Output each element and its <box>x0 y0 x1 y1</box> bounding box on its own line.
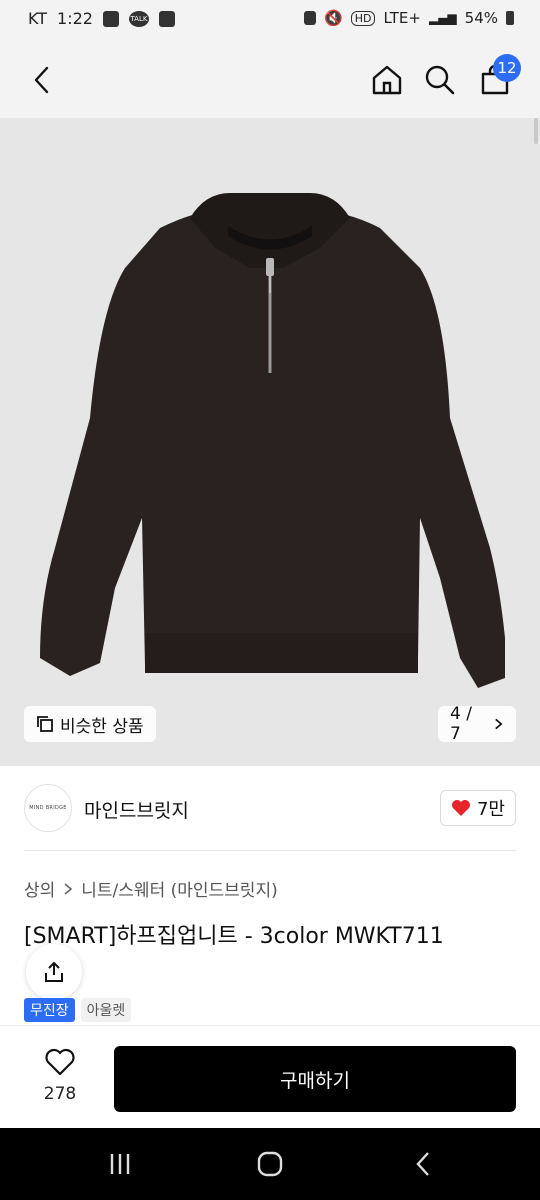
copy-icon <box>37 716 53 732</box>
heart-filled-icon <box>451 800 470 816</box>
brand-like-count: 7만 <box>476 799 505 820</box>
bottom-action-bar: 278 구매하기 <box>0 1025 540 1129</box>
carrier-label: KT <box>28 9 48 28</box>
brand-logo[interactable]: MIND BRIDGE <box>24 784 72 832</box>
system-navigation-bar <box>0 1128 540 1200</box>
chevron-right-icon <box>495 718 503 730</box>
hd-icon: HD <box>350 10 376 26</box>
brand-name[interactable]: 마인드브릿지 <box>84 796 189 823</box>
product-image-gallery[interactable]: 비슷한 상품 4 / 7 <box>0 118 540 766</box>
image-page-indicator[interactable]: 4 / 7 <box>438 704 516 744</box>
wishlist-count: 278 <box>43 1084 77 1104</box>
breadcrumb-category[interactable]: 상의 <box>24 876 55 901</box>
share-icon <box>45 961 63 982</box>
back-button[interactable] <box>24 62 60 98</box>
recent-apps-icon <box>110 1154 130 1174</box>
signal-icon: ▂▄▆ <box>428 11 457 25</box>
wishlist-button[interactable]: 278 <box>30 1048 90 1104</box>
cart-count-badge: 12 <box>493 54 521 82</box>
tag-mujinjang: 무진장 <box>24 998 75 1022</box>
battery-label: 54% <box>464 9 498 27</box>
back-nav-button[interactable] <box>404 1148 444 1180</box>
back-nav-icon <box>416 1152 429 1176</box>
home-circle-icon <box>257 1151 283 1177</box>
page-indicator-text: 4 / 7 <box>450 704 472 744</box>
recent-apps-button[interactable] <box>100 1148 140 1180</box>
lock-icon <box>304 11 317 25</box>
breadcrumb: 상의 니트/스웨터 (마인드브릿지) <box>24 876 278 901</box>
sweater-image <box>40 193 505 688</box>
search-icon <box>425 65 455 95</box>
cart-button[interactable]: 12 <box>477 54 521 98</box>
heart-outline-icon <box>45 1048 75 1076</box>
home-icon <box>372 65 402 95</box>
divider <box>24 850 516 851</box>
similar-products-label: 비슷한 상품 <box>60 716 144 737</box>
gallery-notification-icon <box>102 10 119 27</box>
check-notification-icon <box>158 10 175 27</box>
scrollbar[interactable] <box>534 118 538 144</box>
similar-products-button[interactable]: 비슷한 상품 <box>24 706 156 742</box>
network-label: LTE+ <box>383 9 421 27</box>
product-title: [SMART]하프집업니트 - 3color MWKT711 <box>24 924 444 949</box>
brand-row[interactable]: MIND BRIDGE 마인드브릿지 7만 <box>24 784 516 832</box>
buy-button[interactable]: 구매하기 <box>114 1046 516 1112</box>
mute-icon: 🔇 <box>324 9 343 27</box>
brand-like-button[interactable]: 7만 <box>439 790 516 826</box>
chevron-left-icon <box>34 66 49 94</box>
chevron-right-icon <box>64 882 73 895</box>
talk-notification-icon: TALK <box>128 10 149 27</box>
search-button[interactable] <box>422 62 458 98</box>
clock: 1:22 <box>57 9 93 28</box>
breadcrumb-subcategory[interactable]: 니트/스웨터 (마인드브릿지) <box>81 876 277 901</box>
tag-outlet: 아울렛 <box>80 998 132 1022</box>
home-button[interactable] <box>369 62 405 98</box>
app-header: 12 <box>0 40 540 118</box>
brand-logo-text: MIND BRIDGE <box>29 805 67 811</box>
product-tags: 무진장 아울렛 <box>24 998 132 1022</box>
share-button[interactable] <box>26 944 82 1000</box>
status-bar: KT 1:22 TALK 🔇 HD LTE+ ▂▄▆ 54% <box>0 0 540 40</box>
battery-icon <box>506 11 514 25</box>
home-nav-button[interactable] <box>250 1148 290 1180</box>
